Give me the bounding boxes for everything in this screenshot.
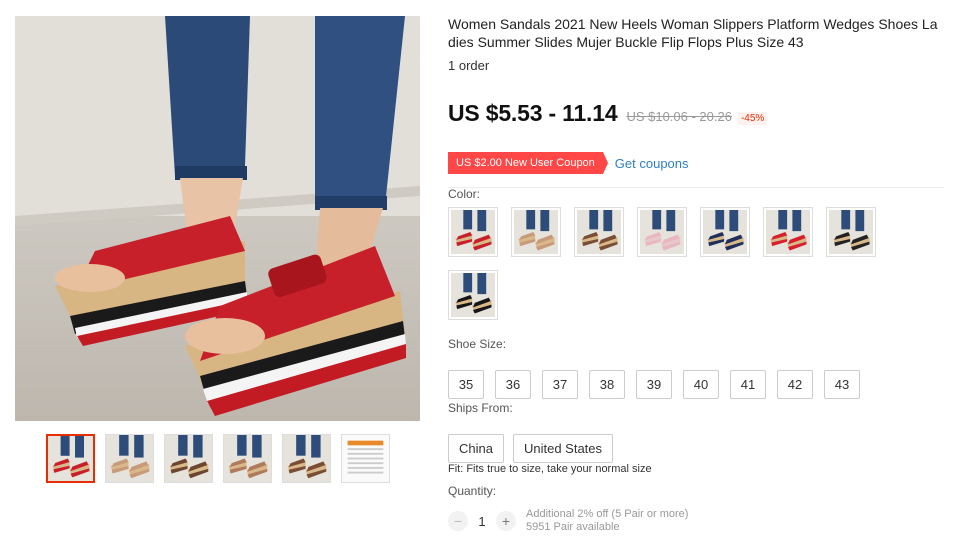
quantity-notes: Additional 2% off (5 Pair or more) 5951 … — [526, 508, 688, 534]
size-option-40[interactable]: 40 — [683, 370, 719, 399]
increase-quantity-button[interactable]: + — [496, 511, 516, 531]
shoe-preview-image — [829, 210, 873, 254]
color-label: Color: — [448, 187, 481, 201]
get-coupons-link[interactable]: Get coupons — [615, 156, 689, 171]
thumbnail-3[interactable] — [164, 434, 213, 483]
size-option-43[interactable]: 43 — [824, 370, 860, 399]
thumbnail-5[interactable] — [282, 434, 331, 483]
thumbnail-strip — [46, 434, 390, 483]
shoe-preview-image — [283, 435, 330, 482]
product-photo — [15, 16, 420, 421]
quantity-stepper: − 1 + Additional 2% off (5 Pair or more)… — [448, 508, 688, 534]
thumbnail-2[interactable] — [105, 434, 154, 483]
price-row: US $5.53 - 11.14 US $10.06 - 20.26 -45% — [448, 100, 768, 127]
ships-from-option-china[interactable]: China — [448, 434, 504, 463]
current-price: US $5.53 - 11.14 — [448, 100, 618, 126]
coupon-badge[interactable]: US $2.00 New User Coupon — [448, 152, 608, 174]
product-title: Women Sandals 2021 New Heels Woman Slipp… — [448, 16, 938, 50]
fit-note: Fit: Fits true to size, take your normal… — [448, 463, 652, 475]
color-swatch-black-wedge[interactable] — [826, 207, 876, 257]
shoe-preview-image — [514, 210, 558, 254]
size-option-37[interactable]: 37 — [542, 370, 578, 399]
shoe-preview-image — [48, 436, 93, 481]
size-option-38[interactable]: 38 — [589, 370, 625, 399]
thumbnail-6[interactable] — [341, 434, 390, 483]
quantity-value[interactable]: 1 — [468, 514, 496, 529]
size-option-41[interactable]: 41 — [730, 370, 766, 399]
size-options: 35 36 37 38 39 40 41 42 43 — [448, 370, 860, 399]
decrease-quantity-button[interactable]: − — [448, 511, 468, 531]
shoe-preview-image — [577, 210, 621, 254]
shoe-preview-image — [165, 435, 212, 482]
shoe-preview-image — [106, 435, 153, 482]
shoe-preview-image — [640, 210, 684, 254]
thumbnail-1[interactable] — [46, 434, 95, 483]
discount-badge: -45% — [737, 112, 768, 125]
product-info: Women Sandals 2021 New Heels Woman Slipp… — [448, 15, 944, 545]
quantity-label: Quantity: — [448, 484, 497, 498]
available-count: 5951 Pair available — [526, 521, 620, 533]
color-swatch-beige-wedge[interactable] — [511, 207, 561, 257]
shoe-preview-image — [451, 210, 495, 254]
shoe-preview-image — [703, 210, 747, 254]
shoe-preview-image — [766, 210, 810, 254]
ships-from-option-united-states[interactable]: United States — [512, 434, 614, 463]
ships-from-label: Ships From: — [448, 401, 513, 415]
color-swatch-brown-wedge[interactable] — [574, 207, 624, 257]
thumbnail-4[interactable] — [223, 434, 272, 483]
size-option-42[interactable]: 42 — [777, 370, 813, 399]
color-swatch-navy-wedge[interactable] — [700, 207, 750, 257]
shoe-preview-image — [224, 435, 271, 482]
size-chart-image — [342, 435, 389, 482]
color-swatch-red-wedge[interactable] — [448, 207, 498, 257]
ships-from-options: China United States — [448, 434, 614, 463]
color-swatches — [448, 207, 898, 320]
order-count: 1 order — [448, 58, 490, 73]
bulk-discount-note: Additional 2% off (5 Pair or more) — [526, 508, 689, 520]
size-option-36[interactable]: 36 — [495, 370, 531, 399]
original-price: US $10.06 - 20.26 — [626, 109, 732, 124]
shoe-preview-image — [451, 273, 495, 317]
size-option-35[interactable]: 35 — [448, 370, 484, 399]
divider — [448, 187, 944, 188]
color-swatch-red-side[interactable] — [763, 207, 813, 257]
color-swatch-pink-wedge[interactable] — [637, 207, 687, 257]
shoe-size-label: Shoe Size: — [448, 337, 507, 351]
color-swatch-black-side[interactable] — [448, 270, 498, 320]
main-product-image[interactable] — [15, 16, 420, 421]
coupon-row: US $2.00 New User Coupon Get coupons — [448, 152, 689, 174]
size-option-39[interactable]: 39 — [636, 370, 672, 399]
